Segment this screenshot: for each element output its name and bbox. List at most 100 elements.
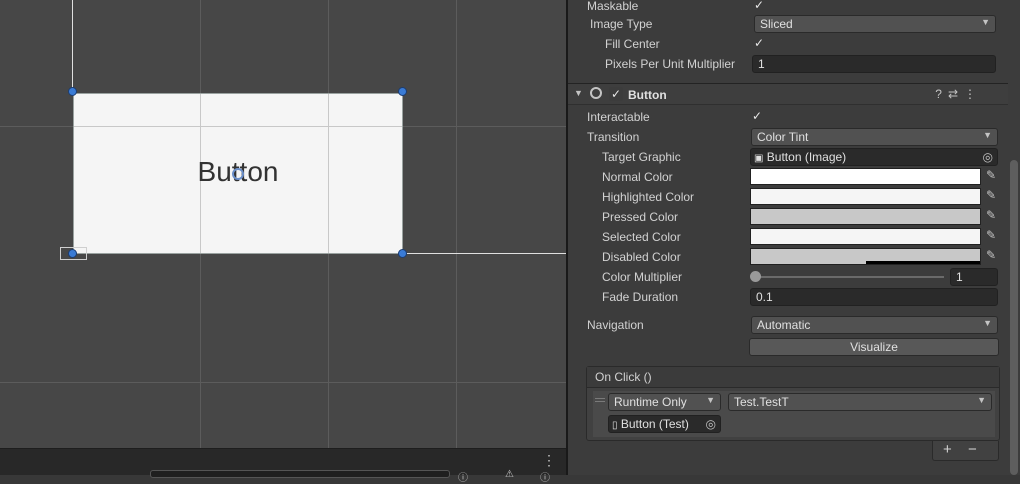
on-click-header: On Click () — [587, 367, 999, 388]
chevron-down-icon: ▼ — [977, 395, 986, 405]
interactable-row: Interactable ✓ — [568, 107, 1008, 127]
transition-dropdown[interactable]: Color Tint ▼ — [751, 128, 998, 146]
highlighted-color-swatch[interactable] — [750, 188, 981, 205]
image-type-value: Sliced — [760, 17, 793, 31]
foldout-arrow-icon[interactable]: ▼ — [574, 88, 583, 98]
pressed-color-swatch[interactable] — [750, 208, 981, 225]
chevron-down-icon: ▼ — [706, 395, 715, 405]
visualize-row: Visualize — [568, 337, 1008, 357]
info-icon[interactable]: ⓘ — [458, 469, 468, 484]
canvas-edge — [72, 0, 73, 94]
grid-line — [0, 382, 566, 383]
fill-center-label: Fill Center — [605, 37, 660, 51]
fade-duration-value: 0.1 — [756, 290, 773, 304]
settings-sliders-icon[interactable]: ⇄ — [948, 87, 964, 101]
bottom-panel-bar: ⓘ ⚠ ⓘ ⋮ — [0, 448, 566, 484]
scene-view[interactable]: Button — [0, 0, 566, 448]
drag-handle-icon[interactable] — [595, 398, 605, 402]
resize-handle[interactable] — [68, 87, 77, 96]
target-graphic-field[interactable]: ▣ Button (Image) ◎ — [750, 148, 998, 166]
target-graphic-label: Target Graphic — [602, 150, 681, 164]
button-enabled-checkbox[interactable]: ✓ — [609, 87, 623, 101]
fade-duration-label: Fade Duration — [602, 290, 679, 304]
button-component-header[interactable]: ▼ ✓ Button ?⇄⋮ — [568, 83, 1008, 105]
resize-handle[interactable] — [398, 249, 407, 258]
normal-color-swatch[interactable] — [750, 168, 981, 185]
runtime-value: Runtime Only — [614, 395, 687, 409]
fill-center-checkbox[interactable]: ✓ — [752, 36, 766, 50]
pressed-color-label: Pressed Color — [602, 210, 679, 224]
list-footer: + − — [932, 441, 999, 461]
inspector-panel: Maskable ✓ Image Type Sliced ▼ Fill Cent… — [568, 0, 1020, 475]
scrollbar-thumb[interactable] — [1010, 160, 1018, 475]
grid-line — [74, 126, 402, 127]
target-graphic-value: Button (Image) — [766, 150, 847, 164]
color-multiplier-value: 1 — [956, 270, 963, 284]
ppu-value: 1 — [758, 57, 765, 71]
remove-button[interactable]: − — [968, 441, 977, 458]
navigation-value: Automatic — [757, 318, 811, 332]
function-value: Test.TestT — [734, 395, 789, 409]
search-field[interactable] — [150, 470, 450, 478]
chevron-down-icon: ▼ — [983, 130, 992, 140]
normal-color-label: Normal Color — [602, 170, 673, 184]
pressed-color-row: Pressed Color ✎ — [568, 207, 1008, 227]
function-dropdown[interactable]: Test.TestT ▼ — [728, 393, 992, 411]
object-picker-icon[interactable]: ◎ — [983, 150, 993, 164]
eyedropper-icon[interactable]: ✎ — [986, 248, 996, 262]
highlighted-color-label: Highlighted Color — [602, 190, 695, 204]
color-multiplier-field[interactable]: 1 — [950, 268, 998, 286]
kebab-menu-icon[interactable]: ⋮ — [964, 87, 982, 101]
selected-color-swatch[interactable] — [750, 228, 981, 245]
chevron-down-icon: ▼ — [983, 318, 992, 328]
navigation-label: Navigation — [587, 318, 644, 332]
object-value: Button (Test) — [620, 417, 689, 431]
fade-duration-field[interactable]: 0.1 — [750, 288, 998, 306]
kebab-menu-icon[interactable]: ⋮ — [542, 452, 556, 469]
pivot-icon[interactable] — [232, 168, 244, 180]
target-object-field[interactable]: ▯ Button (Test) ◎ — [608, 415, 721, 433]
selected-color-row: Selected Color ✎ — [568, 227, 1008, 247]
slider-knob[interactable] — [750, 271, 761, 282]
fade-duration-row: Fade Duration 0.1 — [568, 287, 1008, 307]
transition-label: Transition — [587, 130, 640, 144]
navigation-row: Navigation Automatic ▼ — [568, 315, 1008, 335]
help-icon[interactable]: ? — [935, 87, 948, 101]
visualize-button[interactable]: Visualize — [749, 338, 999, 356]
component-title: Button — [628, 88, 667, 102]
maskable-label: Maskable — [587, 0, 639, 13]
interactable-checkbox[interactable]: ✓ — [750, 109, 764, 123]
add-button[interactable]: + — [943, 441, 952, 458]
eyedropper-icon[interactable]: ✎ — [986, 208, 996, 222]
image-type-dropdown[interactable]: Sliced ▼ — [754, 15, 996, 33]
navigation-dropdown[interactable]: Automatic ▼ — [751, 316, 998, 334]
image-icon: ▣ — [754, 153, 764, 164]
disabled-color-label: Disabled Color — [602, 250, 681, 264]
image-type-row: Image Type Sliced ▼ — [568, 14, 1008, 34]
button-component-icon — [590, 87, 602, 99]
maskable-checkbox[interactable]: ✓ — [752, 0, 766, 12]
error-icon[interactable]: ⓘ — [540, 469, 550, 484]
list-item: Runtime Only ▼ Test.TestT ▼ ▯ Button (Te… — [593, 391, 995, 437]
canvas-edge — [403, 253, 566, 254]
eyedropper-icon[interactable]: ✎ — [986, 168, 996, 182]
disabled-color-swatch[interactable] — [750, 248, 981, 265]
ppu-field[interactable]: 1 — [752, 55, 996, 73]
slider-track[interactable] — [754, 276, 944, 278]
warning-icon[interactable]: ⚠ — [505, 469, 514, 480]
disabled-color-row: Disabled Color ✎ — [568, 247, 1008, 267]
color-multiplier-label: Color Multiplier — [602, 270, 683, 284]
color-multiplier-row: Color Multiplier 1 — [568, 267, 1008, 287]
resize-handle[interactable] — [398, 87, 407, 96]
scrollbar[interactable] — [1008, 0, 1020, 475]
resize-handle[interactable] — [68, 249, 77, 258]
interactable-label: Interactable — [587, 110, 650, 124]
transition-value: Color Tint — [757, 130, 809, 144]
runtime-dropdown[interactable]: Runtime Only ▼ — [608, 393, 721, 411]
eyedropper-icon[interactable]: ✎ — [986, 228, 996, 242]
script-icon: ▯ — [612, 420, 618, 431]
object-picker-icon[interactable]: ◎ — [706, 417, 716, 431]
eyedropper-icon[interactable]: ✎ — [986, 188, 996, 202]
fill-center-row: Fill Center ✓ — [568, 34, 1008, 54]
highlighted-color-row: Highlighted Color ✎ — [568, 187, 1008, 207]
